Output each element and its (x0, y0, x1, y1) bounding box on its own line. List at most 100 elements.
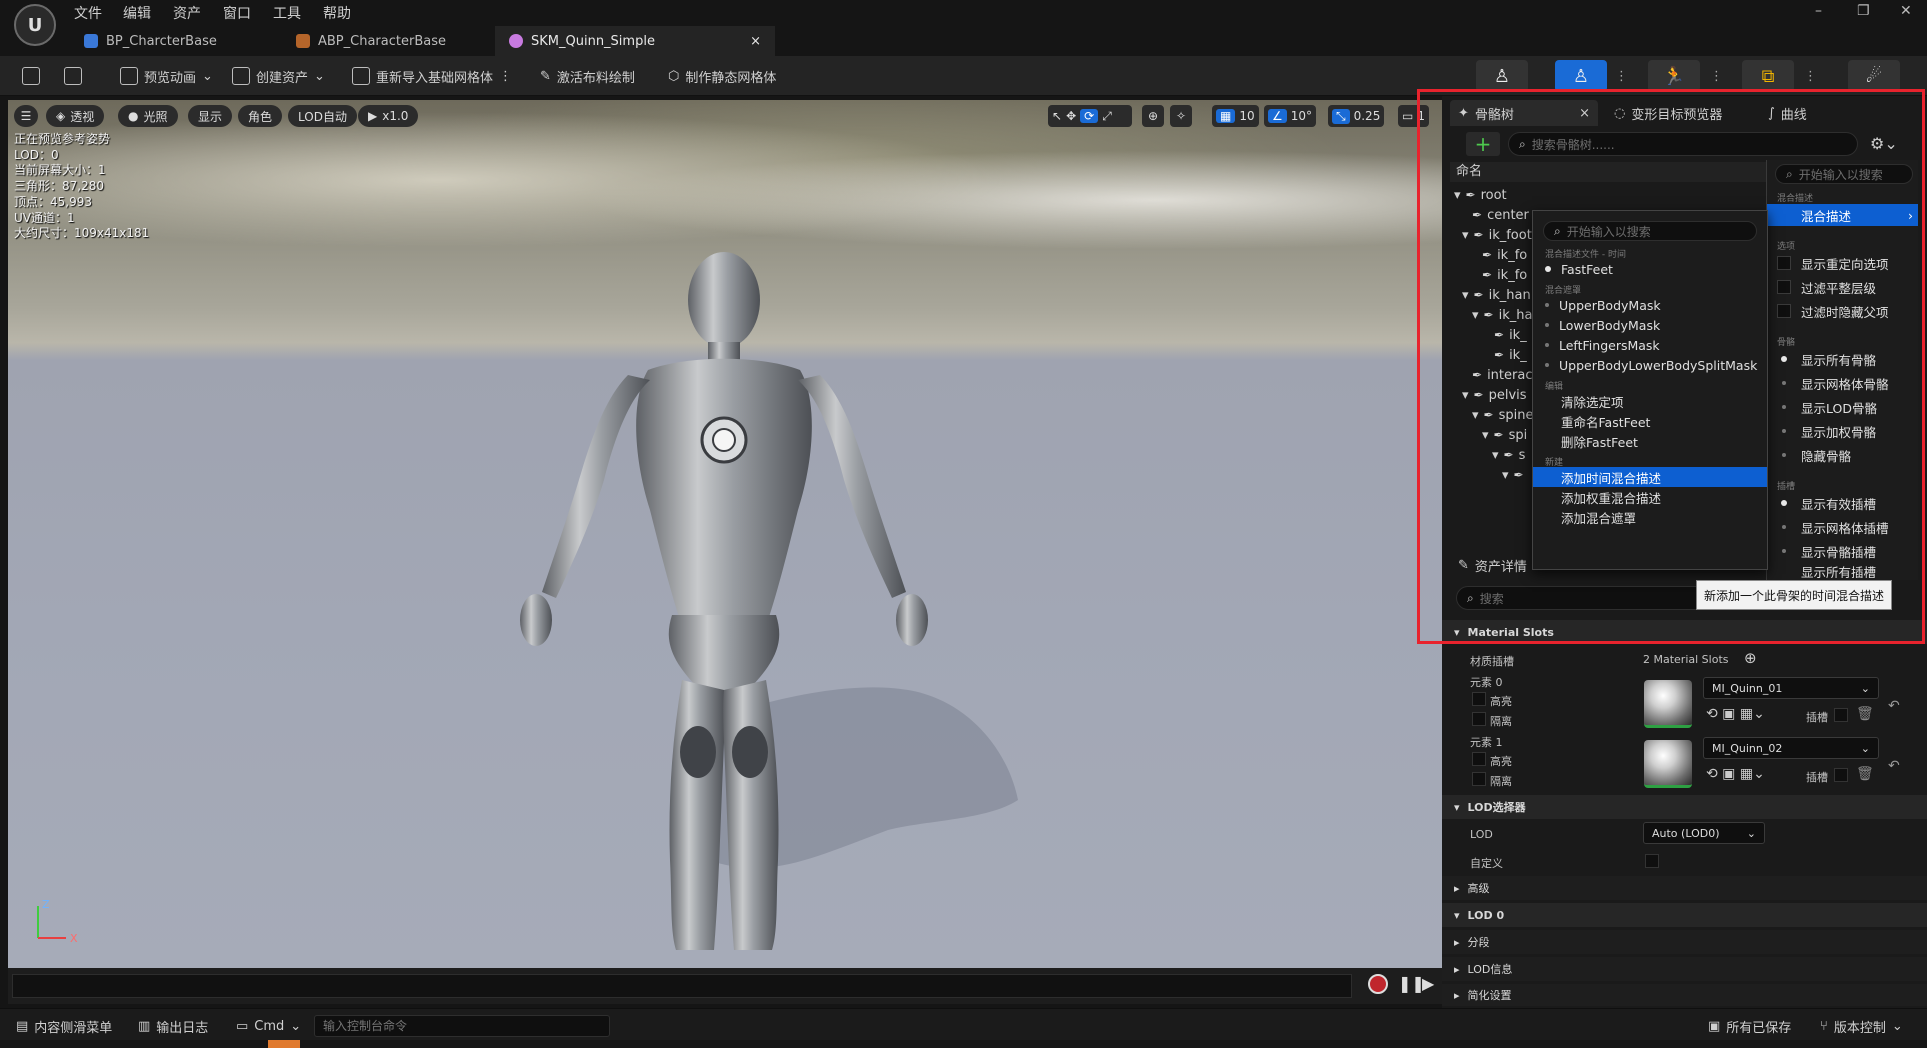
isolate-checkbox[interactable] (1472, 712, 1486, 726)
delete-icon[interactable]: 🗑 (1856, 706, 1874, 722)
reset-icon[interactable]: ↶ (1888, 758, 1900, 774)
mesh-mode-button[interactable]: ♙ (1555, 60, 1607, 92)
world-space-button[interactable]: ⊕ (1142, 105, 1164, 127)
options-search-input[interactable]: ⌕ 开始输入以搜索 (1775, 164, 1913, 184)
transform-tools[interactable]: ↖ ✥ ⟳ ⤢ (1048, 105, 1132, 127)
mask-lowerbody[interactable]: LowerBodyMask (1533, 315, 1767, 335)
column-header-name[interactable]: 命名 (1450, 162, 1766, 182)
material-thumbnail[interactable] (1644, 680, 1692, 728)
filter-flatten-hierarchy[interactable]: 过滤平整层级 (1767, 276, 1918, 298)
cloth-paint-button[interactable]: ✎ 激活布料绘制 (540, 64, 635, 88)
tree-row-bone[interactable]: ▾ ✒ (1502, 465, 1529, 485)
use-selected-icon[interactable]: ⟲ ▣ ▦⌄ (1706, 706, 1765, 722)
tree-row-bone[interactable]: ✒ interac (1472, 365, 1532, 385)
preview-animation-button[interactable]: 预览动画 ⌄ (120, 64, 213, 88)
grid-snap-button[interactable]: ▦ 10 (1212, 105, 1259, 127)
angle-snap-button[interactable]: ∠ 10° (1264, 105, 1317, 127)
add-button[interactable]: + (1466, 132, 1500, 156)
slot-checkbox[interactable] (1834, 708, 1848, 722)
isolate-checkbox[interactable] (1472, 772, 1486, 786)
material-1-combo[interactable]: MI_Quinn_02 ⌄ (1703, 737, 1879, 759)
camera-speed-button[interactable]: ▭ 1 (1398, 105, 1429, 127)
blend-profile-submenu[interactable]: 混合描述 › (1767, 204, 1918, 226)
hide-parents-when-filtering[interactable]: 过滤时隐藏父项 (1767, 300, 1918, 322)
show-active-sockets[interactable]: 显示有效插槽 (1767, 492, 1918, 514)
blend-search-input[interactable]: ⌕ 开始输入以搜索 (1543, 221, 1757, 241)
more-options-icon[interactable]: ⋮ (1615, 64, 1628, 88)
skeleton-search-input[interactable]: ⌕ 搜索骨骼树...... (1508, 132, 1858, 156)
mask-upperbody[interactable]: UpperBodyMask (1533, 295, 1767, 315)
save-icon[interactable] (22, 64, 40, 88)
lod0-header[interactable]: ▾ LOD 0 (1442, 903, 1927, 927)
step-forward-icon[interactable]: ▶ (1422, 974, 1434, 993)
add-weight-blend-profile-item[interactable]: 添加权重混合描述 (1533, 487, 1767, 507)
reset-icon[interactable]: ↶ (1888, 698, 1900, 714)
scale-icon[interactable]: ⤢ (1102, 109, 1112, 124)
tree-row-root[interactable]: ▾ ✒ root (1454, 185, 1507, 205)
menu-file[interactable]: 文件 (74, 3, 102, 23)
custom-checkbox[interactable] (1645, 854, 1659, 868)
menu-edit[interactable]: 编辑 (123, 3, 151, 23)
tree-row-bone[interactable]: ▾ ✒ ik_han (1462, 285, 1531, 305)
animation-mode-button[interactable]: 🏃 (1648, 60, 1700, 92)
tree-row-bone[interactable]: ▾ ✒ pelvis (1462, 385, 1527, 405)
use-selected-icon[interactable]: ⟲ ▣ ▦⌄ (1706, 766, 1765, 782)
unreal-logo-icon[interactable]: U (14, 4, 56, 46)
lod-auto-button[interactable]: LOD自动 (288, 105, 357, 127)
mask-upperlowersplit[interactable]: UpperBodyLowerBodySplitMask (1533, 355, 1767, 375)
tree-row-bone[interactable]: ▾ ✒ spi (1482, 425, 1527, 445)
output-log-button[interactable]: ▥ 输出日志 (138, 1015, 208, 1037)
show-all-sockets[interactable]: 显示所有插槽 (1767, 564, 1918, 579)
create-asset-button[interactable]: 创建资产 ⌄ (232, 64, 325, 88)
tree-row-bone[interactable]: ▾ ✒ ik_ha (1472, 305, 1532, 325)
more-options-icon[interactable]: ⋮ (499, 69, 512, 84)
lod-picker-header[interactable]: ▾ LOD选择器 (1442, 795, 1927, 819)
settings-gear-icon[interactable]: ⚙⌄ (1870, 134, 1898, 153)
tree-row-bone[interactable]: ✒ ik_fo (1482, 245, 1527, 265)
menu-window[interactable]: 窗口 (223, 3, 251, 23)
more-options-icon[interactable]: ⋮ (1804, 64, 1817, 88)
details-search-input[interactable]: ⌕ 搜索 (1456, 586, 1716, 610)
tab-skm-quinn-simple[interactable]: SKM_Quinn_Simple × (495, 26, 775, 56)
content-drawer-button[interactable]: ▤ 内容侧滑菜单 (16, 1015, 112, 1037)
perspective-button[interactable]: ◈ 透视 (46, 105, 105, 127)
checkbox[interactable] (1777, 304, 1791, 318)
show-button[interactable]: 显示 (188, 105, 233, 127)
add-time-blend-profile-item[interactable]: 添加时间混合描述 (1533, 467, 1767, 487)
show-mesh-bones[interactable]: 显示网格体骨骼 (1767, 372, 1918, 394)
highlight-checkbox[interactable] (1472, 752, 1486, 766)
rotate-icon[interactable]: ⟳ (1080, 109, 1099, 123)
menu-help[interactable]: 帮助 (323, 3, 351, 23)
menu-tools[interactable]: 工具 (273, 3, 301, 23)
material-0-combo[interactable]: MI_Quinn_01 ⌄ (1703, 677, 1879, 699)
skeleton-mode-button[interactable]: ♙ (1476, 60, 1528, 92)
tree-row-bone[interactable]: ▾ ✒ ik_foot (1462, 225, 1532, 245)
make-static-mesh-button[interactable]: ⬡ 制作静态网格体 (668, 64, 776, 88)
highlight-checkbox[interactable] (1472, 692, 1486, 706)
pause-icon[interactable]: ❚❚ (1398, 974, 1425, 993)
lod-combo[interactable]: Auto (LOD0) ⌄ (1643, 822, 1765, 844)
add-slot-icon[interactable]: ⊕ (1744, 649, 1757, 667)
blueprint-mode-button[interactable]: ⧉ (1742, 60, 1794, 92)
show-mesh-sockets[interactable]: 显示网格体插槽 (1767, 516, 1918, 538)
tree-row-bone[interactable]: ✒ ik_ (1494, 325, 1527, 345)
browse-icon[interactable] (64, 64, 82, 88)
tree-row-bone[interactable]: ✒ ik_ (1494, 345, 1527, 365)
material-thumbnail[interactable] (1644, 740, 1692, 788)
cmd-dropdown[interactable]: ▭ Cmd ⌄ (236, 1015, 301, 1037)
close-tab-icon[interactable]: × (750, 34, 761, 49)
tree-row-bone[interactable]: ▾ ✒ spine (1472, 405, 1533, 425)
viewport[interactable]: Z X ☰ ◈ 透视 ● 光照 显示 角色 LOD自动 ▶ x1.0 正在预览参考姿势… (8, 100, 1442, 968)
timeline-track[interactable] (12, 974, 1352, 998)
show-retarget-options[interactable]: 显示重定向选项 (1767, 252, 1918, 274)
record-icon[interactable] (1368, 974, 1388, 994)
checkbox[interactable] (1777, 256, 1791, 270)
tree-row-bone[interactable]: ✒ ik_fo (1482, 265, 1527, 285)
clear-selection-item[interactable]: 清除选定项 (1533, 391, 1767, 411)
close-tab-icon[interactable]: × (1579, 106, 1590, 121)
surface-snap-button[interactable]: ✧ (1170, 105, 1192, 127)
menu-asset[interactable]: 资产 (173, 3, 201, 23)
mask-leftfingers[interactable]: LeftFingersMask (1533, 335, 1767, 355)
move-icon[interactable]: ✥ (1066, 109, 1076, 123)
tree-row-bone[interactable]: ✒ center (1472, 205, 1529, 225)
